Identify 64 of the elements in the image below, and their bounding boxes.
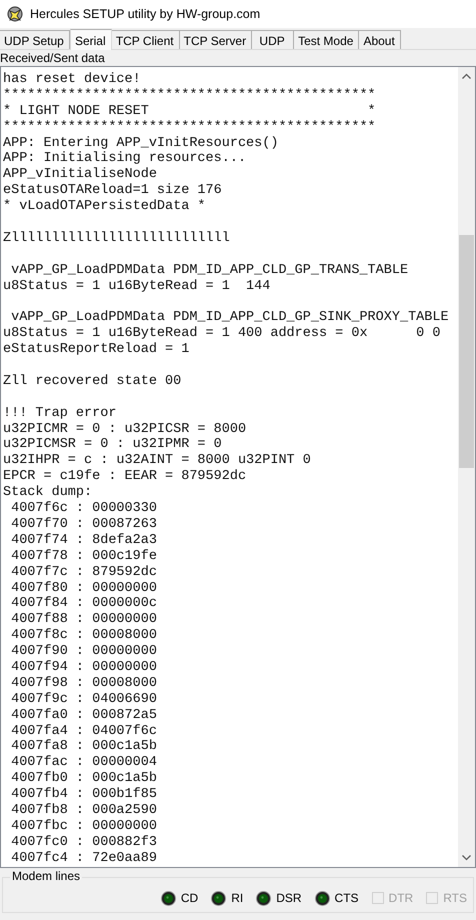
log-line: 4007f7c : 879592dc bbox=[10, 564, 158, 580]
log-line: Stack dump: bbox=[3, 485, 94, 501]
log-line: 4007fac : 00000004 bbox=[10, 755, 158, 771]
log-line: 4007f94 : 00000000 bbox=[10, 660, 158, 676]
led-label: CD bbox=[180, 891, 198, 905]
log-line: 4007f84 : 0000000c bbox=[10, 596, 158, 612]
log-line: APP: Entering APP_vInitResources() bbox=[3, 136, 280, 151]
log-line: 4007fc0 : 000882f3 bbox=[10, 834, 158, 851]
log-line: ********************************************** bbox=[3, 120, 377, 136]
tab[interactable]: UDP Setup bbox=[0, 30, 70, 49]
log-line: 4007f9c : 04006690 bbox=[10, 692, 158, 708]
log-line: 4007f6c : 00000330 bbox=[10, 501, 158, 517]
log-line: !!! Trap error bbox=[3, 406, 118, 422]
log-line: Zll recovered state 00 bbox=[3, 374, 182, 390]
log-line: 4007f90 : 00000000 bbox=[10, 644, 158, 660]
tab[interactable]: Test Mode bbox=[294, 30, 360, 49]
log-line: 4007f80 : 00000000 bbox=[10, 580, 158, 596]
led-label: DSR bbox=[276, 891, 302, 905]
log-line: * vLoadOTAPersistedData * bbox=[3, 199, 207, 216]
log-line: 4007f98 : 00008000 bbox=[10, 676, 158, 692]
group-title: Modem lines bbox=[10, 869, 82, 883]
log-line: 4007fb4 : 000b1f85 bbox=[10, 787, 158, 803]
log-line: APP: Initialising resources... bbox=[3, 151, 248, 167]
led-label: RI bbox=[231, 891, 244, 905]
tab[interactable]: Serial bbox=[70, 29, 112, 50]
log-line: eStatusReportReload = 1 bbox=[3, 342, 190, 358]
log-line: EPCR = c19fe : EEAR = 879592dc bbox=[3, 469, 248, 485]
log-line: u8Status = 1 u16ByteRead = 1 400 address = 0x 0 0 bbox=[3, 326, 442, 342]
tab[interactable]: TCP Client bbox=[112, 30, 180, 49]
log-line: u32PICMSR = 0 : u32IPMR = 0 bbox=[3, 437, 223, 454]
data-label: Received/Sent data bbox=[0, 50, 105, 66]
log-line: u32IHPR = c : u32AINT = 8000 u32PINT 0 bbox=[3, 453, 312, 469]
scroll-thumb[interactable] bbox=[459, 235, 474, 468]
log-line: 4007fa0 : 000872a5 bbox=[10, 708, 158, 724]
log-line: Zlllllllllllllllllllllllllll bbox=[3, 230, 231, 247]
led-label: CTS bbox=[334, 891, 359, 905]
scroll-up-icon[interactable] bbox=[462, 73, 471, 79]
log-line: u8Status = 1 u16ByteRead = 1 144 bbox=[3, 278, 272, 294]
app-icon bbox=[6, 5, 24, 23]
log-line: * LIGHT NODE RESET * bbox=[3, 104, 377, 120]
scrollbar[interactable] bbox=[458, 67, 475, 867]
log-line: 4007fc4 : 72e0aa89 bbox=[10, 850, 158, 867]
log-line: 4007fb8 : 000a2590 bbox=[10, 802, 158, 819]
log-line: 4007fbc : 00000000 bbox=[10, 818, 158, 835]
log-line: has reset device! bbox=[3, 72, 142, 88]
log-line: vAPP_GP_LoadPDMData PDM_ID_APP_CLD_GP_SINK_PROXY_TABLE bbox=[10, 310, 450, 326]
tab[interactable]: About bbox=[359, 30, 401, 49]
log-line: 4007fa4 : 04007f6c bbox=[10, 724, 158, 739]
log-line: APP_vInitialiseNode bbox=[3, 167, 158, 183]
log-line: 4007fa8 : 000c1a5b bbox=[10, 739, 158, 755]
scroll-down-icon[interactable] bbox=[462, 855, 471, 861]
log-line: 4007f74 : 8defa2a3 bbox=[10, 532, 158, 549]
log-line: 4007f70 : 00087263 bbox=[10, 516, 158, 533]
log-line: eStatusOTAReload=1 size 176 bbox=[3, 183, 223, 199]
tab[interactable]: TCP Server bbox=[180, 30, 252, 49]
window-title: Hercules SETUP utility by HW-group.com bbox=[30, 7, 260, 21]
log-line: 4007fb0 : 000c1a5b bbox=[10, 771, 158, 787]
log-line: 4007f78 : 000c19fe bbox=[10, 548, 158, 565]
log-line: 4007f8c : 00008000 bbox=[10, 628, 158, 644]
log-line: u32PICMR = 0 : u32PICSR = 8000 bbox=[3, 422, 248, 438]
tab[interactable]: UDP bbox=[252, 30, 294, 49]
log-line: vAPP_GP_LoadPDMData PDM_ID_APP_CLD_GP_TRANS_TABLE bbox=[10, 262, 410, 279]
log-line: ********************************************** bbox=[3, 88, 377, 104]
log-line: 4007f88 : 00000000 bbox=[10, 612, 158, 628]
